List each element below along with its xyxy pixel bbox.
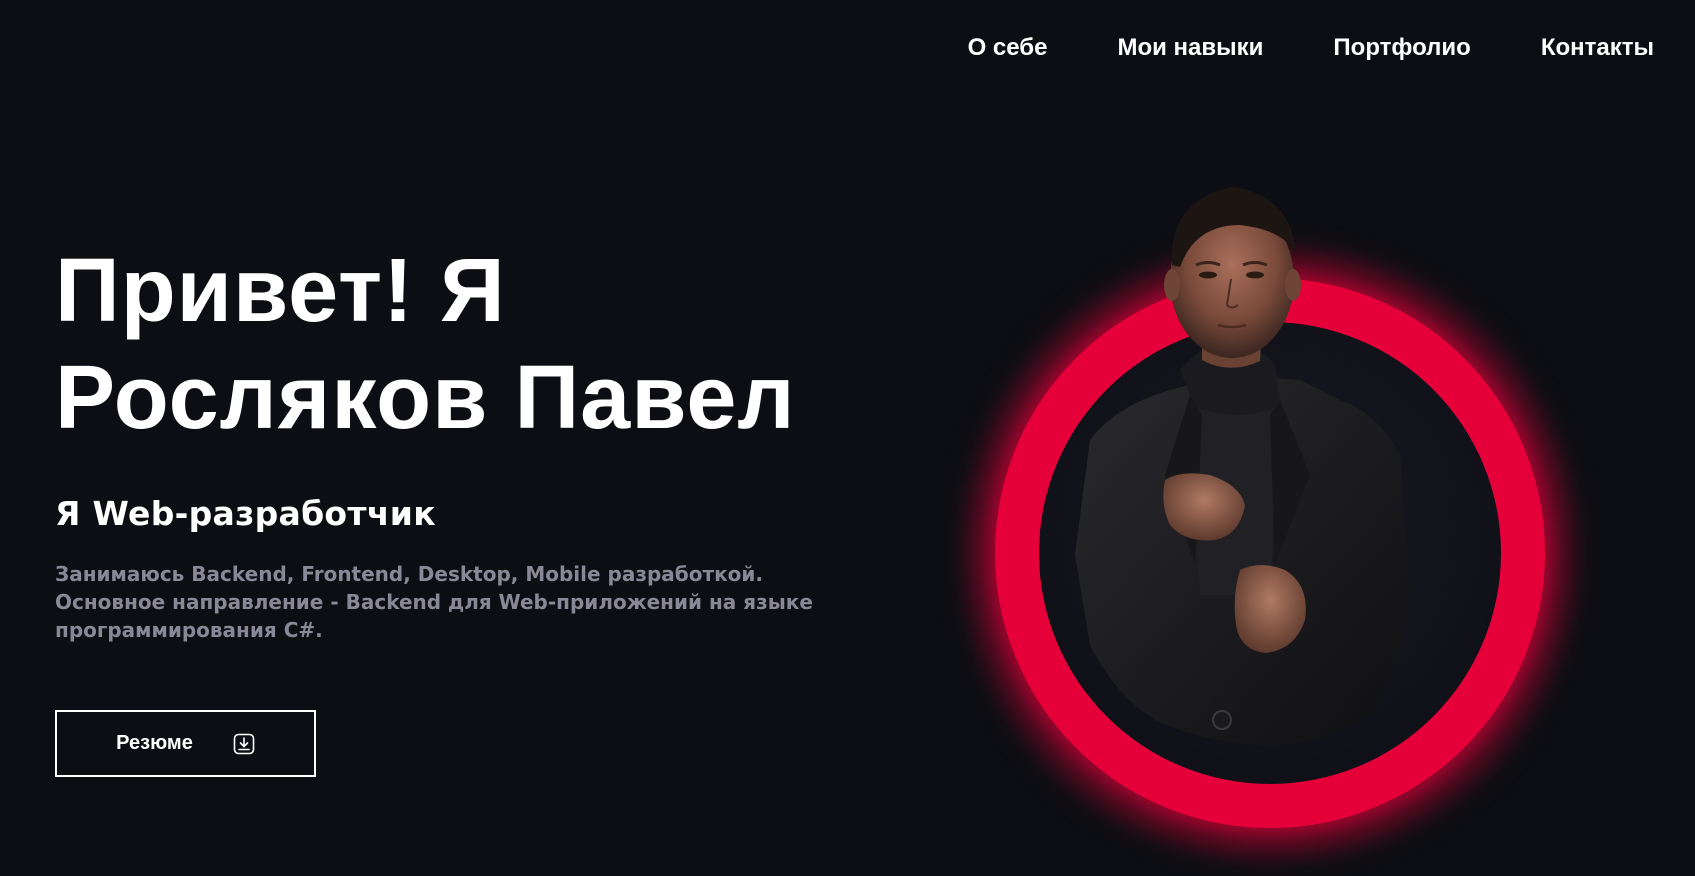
hero-visual <box>940 175 1590 875</box>
resume-button-label: Резюме <box>116 732 193 754</box>
nav-item-about[interactable]: О себе <box>968 34 1048 62</box>
top-navigation: О себе Мои навыки Портфолио Контакты <box>968 34 1654 62</box>
hero-subtitle: Я Web-разработчик <box>55 494 436 533</box>
hero-description-line-2: Основное направление - Backend для Web-п… <box>55 590 813 614</box>
nav-item-portfolio[interactable]: Портфолио <box>1333 34 1470 62</box>
resume-button[interactable]: Резюме <box>55 710 316 777</box>
hero-description: Занимаюсь Backend, Frontend, Desktop, Mo… <box>55 560 885 644</box>
hero-title: Привет! Я Росляков Павел <box>55 238 885 452</box>
hero-title-line-1: Привет! Я <box>55 241 506 341</box>
hero-description-line-3: программирования C#. <box>55 618 323 642</box>
hero-section: Привет! Я Росляков Павел Я Web-разработч… <box>55 238 885 644</box>
landing-page: О себе Мои навыки Портфолио Контакты При… <box>0 0 1695 876</box>
nav-item-contacts[interactable]: Контакты <box>1541 34 1654 62</box>
hero-title-line-2: Росляков Павел <box>55 348 796 448</box>
hero-description-line-1: Занимаюсь Backend, Frontend, Desktop, Mo… <box>55 562 764 586</box>
download-icon <box>233 733 255 755</box>
profile-photo <box>1075 187 1410 745</box>
nav-item-skills[interactable]: Мои навыки <box>1117 34 1263 62</box>
